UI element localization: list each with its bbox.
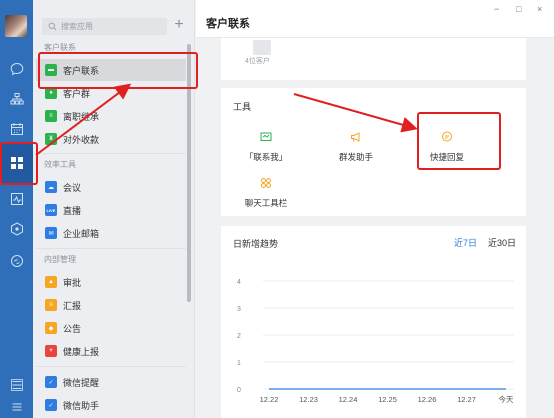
app-item-mail[interactable]: ✉ 企业邮箱: [36, 222, 186, 244]
folder-icon: [253, 40, 271, 55]
app-item-label: 公告: [63, 323, 82, 334]
cube-icon[interactable]: [8, 220, 25, 237]
contacts-icon[interactable]: [8, 90, 25, 107]
app-item-label: 企业邮箱: [63, 228, 100, 239]
x-tick-label: 12.23: [299, 395, 318, 404]
section-internal: 内部管理: [44, 255, 76, 264]
app-item-meeting[interactable]: ☁ 会议: [36, 176, 186, 198]
toolbar-icon: [261, 178, 271, 188]
y-tick-label: 2: [237, 333, 241, 340]
tool-contact-me[interactable]: 「联系我」: [231, 131, 301, 163]
x-tick-label: 今天: [499, 394, 514, 404]
tool-label: 群发助手: [338, 152, 373, 162]
trend-line-chart: 0 1 2 3 4 12.22 12.23 12.24 12.25 12.26 12.27 今天: [237, 279, 514, 404]
left-rail: [0, 0, 33, 418]
checkbox-icon: ✓: [45, 399, 57, 411]
announcement-icon: ◆: [45, 322, 57, 334]
search-icon: [48, 22, 57, 31]
app-item-health[interactable]: + 健康上报: [36, 340, 186, 362]
payment-icon: ¥: [45, 133, 57, 145]
section-divider: [36, 248, 186, 249]
search-input[interactable]: 搜索应用: [42, 18, 167, 35]
section-divider: [36, 366, 186, 367]
highlight-workbench: [0, 142, 38, 185]
mail-icon: ✉: [45, 227, 57, 239]
app-item-label: 直播: [63, 205, 82, 216]
trend-chart-card: 日新增趋势 近7日 近30日 0 1 2 3 4 12.22 12.23 12.24 12.25…: [221, 226, 526, 418]
tool-label: 「联系我」: [244, 152, 288, 162]
menu-icon[interactable]: [8, 376, 25, 393]
contact-me-icon: [260, 132, 272, 141]
app-item-label: 对外收款: [63, 134, 100, 145]
x-tick-label: 12.27: [457, 395, 476, 404]
customer-summary-card: 4位客户: [221, 38, 526, 80]
search-placeholder: 搜索应用: [61, 22, 93, 31]
highlight-customer-contact: [38, 52, 198, 89]
report-icon: ≡: [45, 299, 57, 311]
y-tick-label: 0: [237, 387, 241, 394]
app-item-external-payment[interactable]: ¥ 对外收款: [36, 128, 186, 150]
minimize-button[interactable]: −: [494, 4, 499, 14]
wechat-icon[interactable]: [8, 252, 25, 269]
tool-mass-send[interactable]: 群发助手: [321, 131, 391, 163]
y-tick-label: 3: [237, 306, 241, 313]
pulse-icon[interactable]: [8, 190, 25, 207]
megaphone-icon: [351, 132, 360, 142]
customer-count[interactable]: 4位客户: [245, 56, 270, 66]
app-item-label: 健康上报: [63, 346, 100, 357]
maximize-button[interactable]: □: [516, 4, 521, 14]
tool-chat-toolbar[interactable]: 聊天工具栏: [231, 177, 301, 209]
live-icon: LIVE: [45, 204, 57, 216]
x-tick-label: 12.22: [260, 395, 279, 404]
approval-icon: ▲: [45, 276, 57, 288]
handover-icon: ≡: [45, 110, 57, 122]
app-item-announcement[interactable]: ◆ 公告: [36, 317, 186, 339]
add-app-button[interactable]: +: [171, 15, 187, 35]
section-efficiency: 效率工具: [44, 160, 76, 169]
messages-icon[interactable]: [8, 60, 25, 77]
app-item-label: 微信提醒: [63, 377, 100, 388]
close-button[interactable]: ×: [537, 4, 542, 14]
app-item-wechat-remind[interactable]: ✓ 微信提醒: [36, 371, 186, 393]
highlight-quick-reply: [417, 112, 501, 170]
y-tick-label: 1: [237, 360, 241, 367]
app-item-label: 汇报: [63, 300, 82, 311]
y-tick-label: 4: [237, 279, 241, 286]
app-item-live[interactable]: LIVE 直播: [36, 199, 186, 221]
app-item-wechat-assistant[interactable]: ✓ 微信助手: [36, 394, 186, 416]
avatar[interactable]: [5, 15, 27, 37]
main-content: 客户联系 − □ × 4位客户 工具 「联系我」 群发助手 快捷回复 聊天工具栏…: [196, 0, 554, 418]
cloud-icon: ☁: [45, 181, 57, 193]
x-tick-label: 12.26: [418, 395, 437, 404]
x-tick-label: 12.24: [339, 395, 358, 404]
tools-title: 工具: [233, 102, 252, 112]
section-divider: [36, 153, 186, 154]
app-item-label: 微信助手: [63, 400, 100, 411]
app-item-label: 会议: [63, 182, 82, 193]
calendar-icon[interactable]: [8, 120, 25, 137]
checkbox-icon: ✓: [45, 376, 57, 388]
settings-icon[interactable]: [8, 398, 25, 415]
app-item-approval[interactable]: ▲ 审批: [36, 271, 186, 293]
main-header: 客户联系 − □ ×: [196, 0, 554, 38]
app-item-handover[interactable]: ≡ 离职继承: [36, 105, 186, 127]
page-title: 客户联系: [206, 18, 250, 30]
x-tick-label: 12.25: [378, 395, 397, 404]
app-item-label: 离职继承: [63, 111, 100, 122]
app-item-report[interactable]: ≡ 汇报: [36, 294, 186, 316]
health-icon: +: [45, 345, 57, 357]
app-item-label: 审批: [63, 277, 82, 288]
tool-label: 聊天工具栏: [244, 198, 288, 208]
